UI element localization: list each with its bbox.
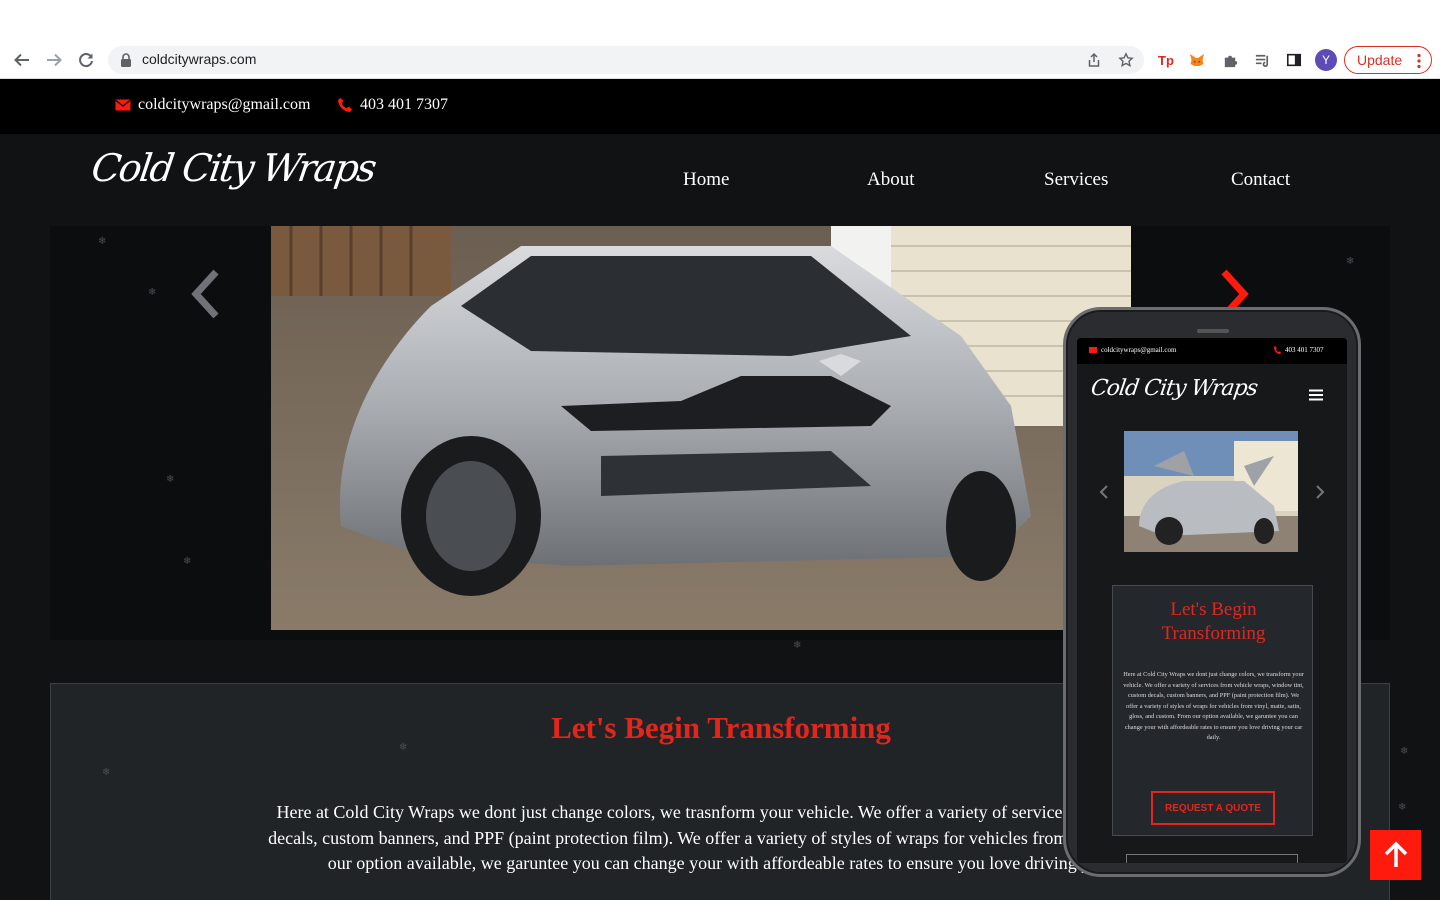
email-text: coldcitywraps@gmail.com <box>138 96 311 113</box>
envelope-icon <box>115 99 131 111</box>
hero-car-image <box>271 226 1131 630</box>
bookmark-star-icon[interactable] <box>1118 52 1134 68</box>
chevron-left-icon <box>1099 485 1108 499</box>
tp-extension-icon[interactable]: Tp <box>1157 51 1175 69</box>
profile-avatar[interactable]: Y <box>1315 49 1337 71</box>
snowflake-icon: ❄ <box>98 236 107 247</box>
media-queue-icon[interactable] <box>1253 51 1271 69</box>
phone-text: 403 401 7307 <box>360 96 448 113</box>
metamask-icon[interactable] <box>1188 51 1206 69</box>
back-button[interactable] <box>11 49 33 71</box>
lock-icon <box>121 53 131 67</box>
more-vert-icon <box>1417 53 1421 69</box>
snowflake-icon: ❄ <box>166 474 175 485</box>
phone-icon <box>1274 346 1281 354</box>
phone-intro-paragraph: Here at Cold City Wraps we dont just cha… <box>1123 671 1304 741</box>
fox-icon <box>1190 54 1204 66</box>
phone-link[interactable]: 403 401 7307 <box>337 96 448 114</box>
side-panel-icon[interactable] <box>1285 51 1303 69</box>
share-icon[interactable] <box>1086 52 1102 68</box>
carousel-prev-button[interactable] <box>188 266 224 322</box>
phone-hero-image <box>1124 431 1298 552</box>
phone-email-text: coldcitywraps@gmail.com <box>1101 346 1177 354</box>
back-to-top-button[interactable] <box>1370 830 1421 880</box>
update-label: Update <box>1357 52 1403 68</box>
snowflake-icon: ❄ <box>1346 256 1355 267</box>
envelope-icon <box>1089 347 1097 353</box>
snowflake-icon: ❄ <box>102 767 111 778</box>
phone-speaker <box>1197 329 1229 333</box>
address-bar[interactable]: coldcitywraps.com <box>108 46 1144 74</box>
arrow-right-icon <box>47 53 62 67</box>
snowflake-icon: ❄ <box>148 287 157 298</box>
phone-site-logo: Cold City Wraps <box>1089 376 1259 401</box>
browser-tab-strip <box>0 0 1440 40</box>
chevron-left-icon <box>191 269 219 319</box>
nav-services[interactable]: Services <box>1044 169 1108 191</box>
phone-heading-line: Let's Begin <box>1170 599 1257 620</box>
site-contact-bar: coldcitywraps@gmail.com 403 401 7307 <box>0 79 1440 134</box>
arrow-left-icon <box>14 53 29 67</box>
hamburger-menu-icon <box>1309 389 1323 401</box>
phone-number-text: 403 401 7307 <box>1285 346 1324 354</box>
nav-contact[interactable]: Contact <box>1231 169 1290 191</box>
puzzle-icon <box>1224 55 1237 67</box>
request-quote-button[interactable]: REQUEST A QUOTE <box>1151 791 1275 825</box>
url-text: coldcitywraps.com <box>142 51 257 67</box>
chevron-right-icon <box>1316 485 1325 499</box>
update-button[interactable]: Update <box>1344 46 1432 74</box>
nav-home[interactable]: Home <box>683 169 729 191</box>
snowflake-icon: ❄ <box>399 742 408 753</box>
phone-screen: coldcitywraps@gmail.com 403 401 7307 Col… <box>1077 338 1347 863</box>
phone-intro-heading: Let's Begin Transforming <box>1113 598 1314 646</box>
phone-next-section <box>1126 854 1298 863</box>
site-logo[interactable]: Cold City Wraps <box>89 146 378 190</box>
browser-toolbar: coldcitywraps.com Tp <box>0 40 1440 79</box>
snowflake-icon: ❄ <box>1400 746 1409 757</box>
phone-intro-card: Let's Begin Transforming Here at Cold Ci… <box>1112 585 1313 836</box>
arrow-up-icon <box>1384 841 1407 867</box>
forward-button[interactable] <box>43 49 65 71</box>
puzzle-extensions-icon[interactable] <box>1221 51 1239 69</box>
reload-button[interactable] <box>75 49 97 71</box>
nav-about[interactable]: About <box>867 169 915 191</box>
email-link[interactable]: coldcitywraps@gmail.com <box>115 96 310 114</box>
playlist-icon <box>1255 54 1268 67</box>
reload-icon <box>79 53 93 68</box>
phone-heading-line: Transforming <box>1161 623 1266 644</box>
snowflake-icon: ❄ <box>183 556 192 567</box>
phone-contact-bar: coldcitywraps@gmail.com 403 401 7307 <box>1077 338 1347 364</box>
snowflake-icon: ❄ <box>1398 802 1407 813</box>
site-header: Cold City Wraps Home About Services Cont… <box>0 134 1440 226</box>
sidebar-toggle-icon <box>1286 53 1302 67</box>
phone-icon <box>338 98 352 112</box>
snowflake-icon: ❄ <box>793 640 802 651</box>
